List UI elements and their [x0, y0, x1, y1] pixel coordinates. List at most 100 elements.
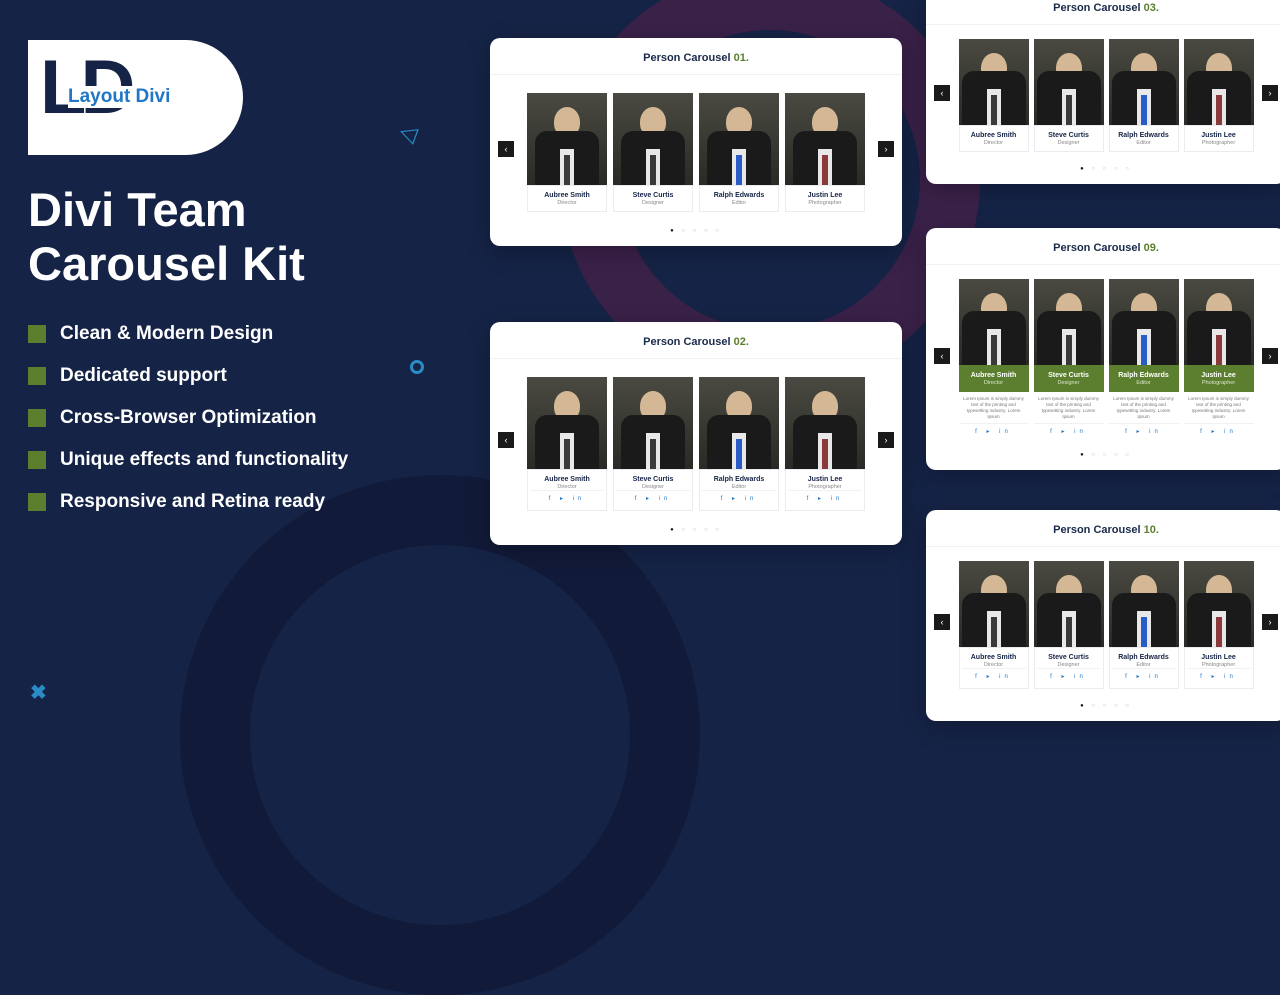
feature-item: Clean & Modern Design — [28, 323, 448, 345]
person-role: Photographer — [788, 200, 862, 206]
person-card[interactable]: Ralph EdwardsEditorf ▸ in — [699, 377, 779, 511]
person-card[interactable]: Justin LeePhotographer — [785, 93, 865, 212]
person-name: Justin Lee — [1187, 372, 1251, 379]
person-role: Editor — [1112, 380, 1176, 386]
carousel-next-button[interactable]: › — [878, 432, 894, 448]
person-desc: Lorem Ipsum is simply dummy text of the … — [1109, 392, 1179, 423]
person-card[interactable]: Aubree SmithDirectorf ▸ in — [527, 377, 607, 511]
person-card[interactable]: Ralph EdwardsEditor — [699, 93, 779, 212]
person-name: Ralph Edwards — [1112, 654, 1176, 661]
person-card[interactable]: Ralph EdwardsEditorf ▸ in — [1109, 561, 1179, 689]
person-name: Steve Curtis — [616, 476, 690, 483]
carousel-prev-button[interactable]: ‹ — [934, 85, 950, 101]
person-role: Editor — [1112, 140, 1176, 146]
social-icons[interactable]: f ▸ in — [1184, 423, 1254, 438]
person-role: Designer — [616, 200, 690, 206]
person-name: Aubree Smith — [962, 654, 1026, 661]
social-icons[interactable]: f ▸ in — [962, 668, 1026, 683]
person-card[interactable]: Justin LeePhotographerf ▸ in — [785, 377, 865, 511]
carousel-dots[interactable]: ● ○ ○ ○ ○ — [926, 446, 1280, 470]
social-icons[interactable]: f ▸ in — [1034, 423, 1104, 438]
carousel-row: ‹ Aubree SmithDirector Steve CurtisDesig… — [926, 25, 1280, 160]
feature-item: Unique effects and functionality — [28, 449, 448, 471]
person-name: Steve Curtis — [616, 192, 690, 199]
carousel-next-button[interactable]: › — [1262, 85, 1278, 101]
title-line-1: Divi Team — [28, 183, 247, 236]
carousel-next-button[interactable]: › — [1262, 348, 1278, 364]
person-card[interactable]: Steve CurtisDesignerLorem Ipsum is simpl… — [1034, 279, 1104, 438]
social-icons[interactable]: f ▸ in — [530, 490, 604, 505]
person-name: Aubree Smith — [530, 476, 604, 483]
person-name: Aubree Smith — [530, 192, 604, 199]
person-card[interactable]: Steve CurtisDesignerf ▸ in — [1034, 561, 1104, 689]
carousel-prev-button[interactable]: ‹ — [934, 348, 950, 364]
social-icons[interactable]: f ▸ in — [702, 490, 776, 505]
preview-carousel-03: Person Carousel 03. ‹ Aubree SmithDirect… — [926, 0, 1280, 184]
person-desc: Lorem Ipsum is simply dummy text of the … — [959, 392, 1029, 423]
person-card[interactable]: Ralph EdwardsEditor Lorem Ipsum is simply… — [1109, 279, 1179, 438]
person-card[interactable]: Aubree SmithDirectorLorem Ipsum is simpl… — [959, 279, 1029, 438]
social-icons[interactable]: f ▸ in — [1187, 668, 1251, 683]
preview-title: Person Carousel 10. — [926, 510, 1280, 547]
person-name: Ralph Edwards — [702, 476, 776, 483]
bg-decoration-circle-dark — [180, 475, 700, 995]
preview-carousel-02: Person Carousel 02. ‹ Aubree SmithDirect… — [490, 322, 902, 545]
person-name: Justin Lee — [1187, 654, 1251, 661]
person-card[interactable]: Steve CurtisDesignerf ▸ in — [613, 377, 693, 511]
social-icons[interactable]: f ▸ in — [1037, 668, 1101, 683]
person-card[interactable]: Ralph EdwardsEditor — [1109, 39, 1179, 152]
carousel-row: ‹ Aubree SmithDirectorf ▸ in Steve Curti… — [490, 359, 902, 521]
person-role: Director — [530, 200, 604, 206]
carousel-dots[interactable]: ● ○ ○ ○ ○ — [926, 160, 1280, 184]
social-icons[interactable]: f ▸ in — [616, 490, 690, 505]
carousel-prev-button[interactable]: ‹ — [498, 432, 514, 448]
person-card[interactable]: Aubree SmithDirector — [959, 39, 1029, 152]
preview-carousel-01: Person Carousel 01. ‹ Aubree SmithDirect… — [490, 38, 902, 246]
person-name: Justin Lee — [788, 476, 862, 483]
person-role: Designer — [1037, 380, 1101, 386]
person-card[interactable]: Steve CurtisDesigner — [613, 93, 693, 212]
person-name: Ralph Edwards — [1112, 132, 1176, 139]
feature-item: Responsive and Retina ready — [28, 491, 448, 513]
person-role: Photographer — [1187, 140, 1251, 146]
preview-title: Person Carousel 02. — [490, 322, 902, 359]
preview-title: Person Carousel 03. — [926, 0, 1280, 25]
logo: LD Layout Divi — [28, 40, 243, 155]
social-icons[interactable]: f ▸ in — [959, 423, 1029, 438]
carousel-dots[interactable]: ● ○ ○ ○ ○ — [926, 697, 1280, 721]
person-card[interactable]: Aubree SmithDirector — [527, 93, 607, 212]
person-name: Aubree Smith — [962, 372, 1026, 379]
carousel-prev-button[interactable]: ‹ — [498, 141, 514, 157]
person-name: Aubree Smith — [962, 132, 1026, 139]
person-name: Steve Curtis — [1037, 372, 1101, 379]
person-desc: Lorem Ipsum is simply dummy text of the … — [1184, 392, 1254, 423]
person-name: Ralph Edwards — [1112, 372, 1176, 379]
carousel-dots[interactable]: ● ○ ○ ○ ○ — [490, 222, 902, 246]
social-icons[interactable]: f ▸ in — [1112, 668, 1176, 683]
logo-text: Layout Divi — [68, 86, 170, 108]
carousel-dots[interactable]: ● ○ ○ ○ ○ — [490, 521, 902, 545]
person-card[interactable]: Justin LeePhotographerLorem Ipsum is sim… — [1184, 279, 1254, 438]
person-card[interactable]: Aubree SmithDirectorf ▸ in — [959, 561, 1029, 689]
person-card[interactable]: Steve CurtisDesigner — [1034, 39, 1104, 152]
carousel-row: ‹ Aubree SmithDirector Steve CurtisDesig… — [490, 75, 902, 222]
carousel-prev-button[interactable]: ‹ — [934, 614, 950, 630]
person-card[interactable]: Justin LeePhotographerf ▸ in — [1184, 561, 1254, 689]
person-name: Steve Curtis — [1037, 654, 1101, 661]
carousel-row: ‹ Aubree SmithDirectorLorem Ipsum is sim… — [926, 265, 1280, 446]
social-icons[interactable]: f ▸ in — [1109, 423, 1179, 438]
person-role: Director — [962, 140, 1026, 146]
person-card[interactable]: Justin LeePhotographer — [1184, 39, 1254, 152]
x-decoration-icon: ✖ — [30, 680, 47, 705]
feature-item: Dedicated support — [28, 365, 448, 387]
person-role: Designer — [1037, 140, 1101, 146]
carousel-next-button[interactable]: › — [1262, 614, 1278, 630]
carousel-row: ‹ Aubree SmithDirectorf ▸ in Steve Curti… — [926, 547, 1280, 697]
person-name: Steve Curtis — [1037, 132, 1101, 139]
main-title: Divi Team Carousel Kit — [28, 183, 448, 291]
preview-carousel-09: Person Carousel 09. ‹ Aubree SmithDirect… — [926, 228, 1280, 470]
carousel-next-button[interactable]: › — [878, 141, 894, 157]
preview-title: Person Carousel 01. — [490, 38, 902, 75]
social-icons[interactable]: f ▸ in — [788, 490, 862, 505]
feature-list: Clean & Modern Design Dedicated support … — [28, 323, 448, 513]
